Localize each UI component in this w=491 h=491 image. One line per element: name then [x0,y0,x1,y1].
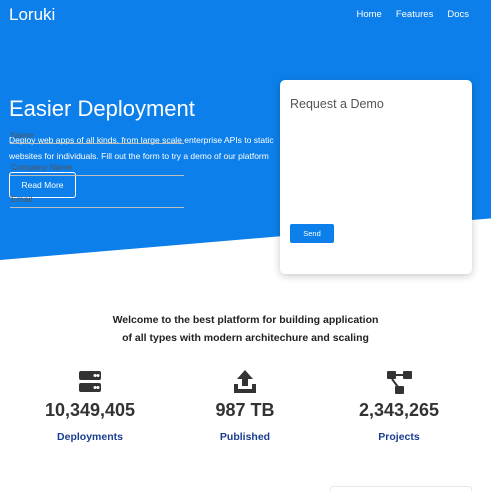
stat-published: 987 TB Published [170,368,320,443]
stat-value: 987 TB [215,400,275,420]
stat-deployments: 10,349,405 Deployments [15,368,165,443]
stat-value: 10,349,405 [44,400,136,420]
nav-link-home[interactable]: Home [357,9,382,20]
stat-projects: 2,343,265 Projects [324,368,474,443]
page: Loruki Home Features Docs Easier Deploym… [0,0,491,491]
stat-label: Projects [378,431,420,443]
nav-links: Home Features Docs [357,9,470,20]
stat-value: 2,343,265 [358,400,440,420]
stats-heading-line1: Welcome to the best platform for buildin… [112,314,379,326]
stat-label: Deployments [57,431,123,443]
name-field[interactable] [10,127,184,144]
stat-label: Published [219,431,271,443]
company-name-field[interactable] [10,159,184,176]
project-diagram-icon [387,371,412,394]
navbar: Loruki Home Features Docs [0,0,491,32]
next-section-card-edge [330,486,472,491]
email-field[interactable] [10,191,184,208]
stats-heading-line2: of all types with modern architechure an… [122,332,369,344]
nav-link-features[interactable]: Features [396,9,434,20]
demo-request-card: Request a Demo [280,80,472,274]
nav-link-docs[interactable]: Docs [447,9,469,20]
server-icon [79,371,101,392]
brand-logo[interactable]: Loruki [9,5,55,25]
hero-title: Easier Deployment [9,96,195,121]
upload-icon [234,370,256,393]
stats-heading: Welcome to the best platform for buildin… [0,311,491,347]
demo-card-title: Request a Demo [290,97,384,111]
send-button[interactable]: Send [290,224,334,243]
